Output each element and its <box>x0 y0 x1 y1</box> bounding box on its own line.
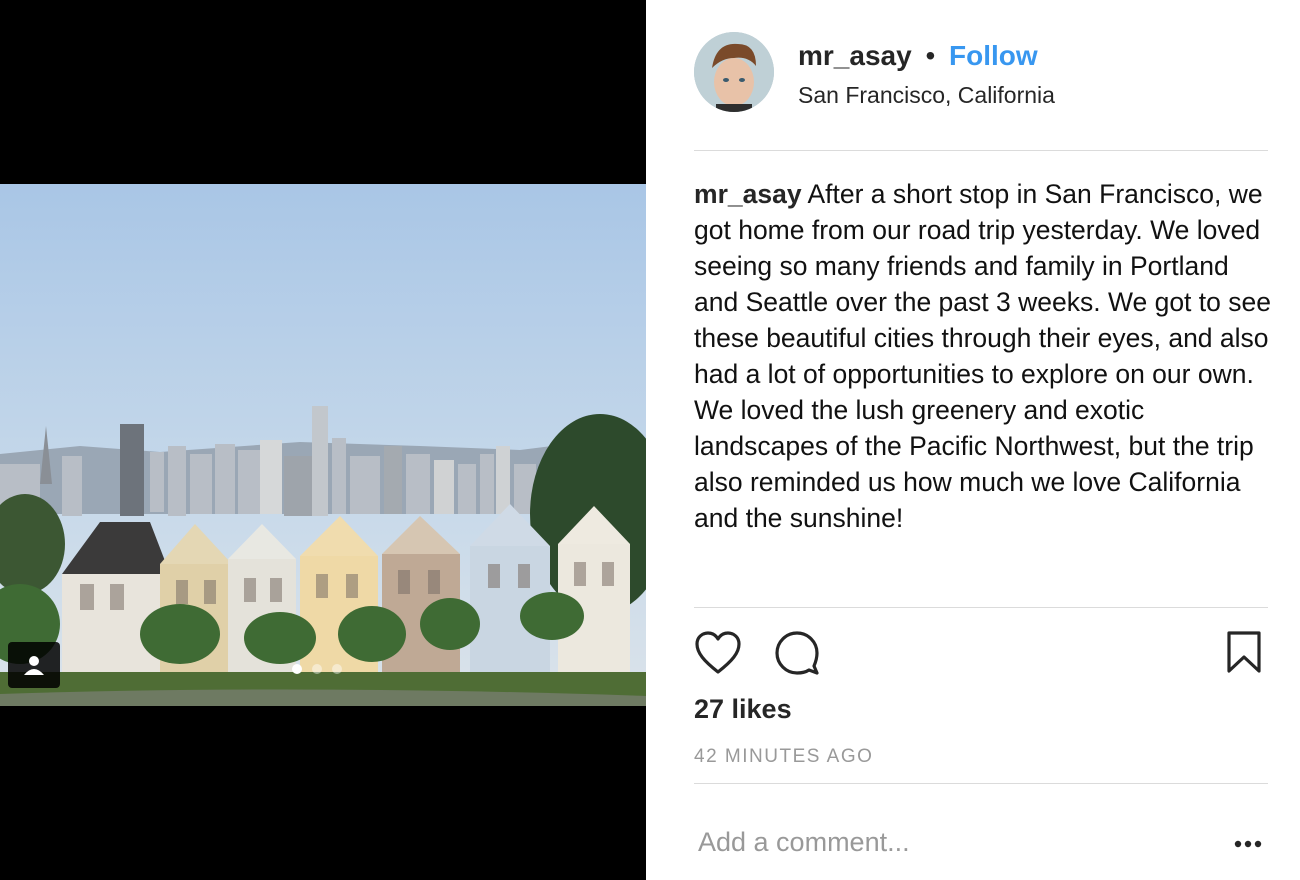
carousel-dot-active[interactable] <box>292 664 302 674</box>
comment-button[interactable] <box>774 630 820 681</box>
likes-count[interactable]: 27 likes <box>694 694 792 725</box>
save-button[interactable] <box>1226 630 1262 679</box>
user-tag-icon <box>24 656 44 675</box>
bookmark-icon <box>1227 631 1261 673</box>
post-details-panel: mr_asay • Follow San Francisco, Californ… <box>646 0 1300 880</box>
more-options-icon <box>1234 840 1262 848</box>
caption-text-second-paragraph: We loved the lush greenery and exotic la… <box>694 395 1254 533</box>
caption-username-link[interactable]: mr_asay <box>694 179 802 209</box>
post-header: mr_asay • Follow San Francisco, Californ… <box>694 32 1268 150</box>
caption-text: After a short stop in San Francisco, we … <box>694 179 1271 389</box>
like-button[interactable] <box>694 630 742 681</box>
avatar[interactable] <box>694 32 774 112</box>
carousel-dot[interactable] <box>312 664 322 674</box>
comment-divider <box>694 783 1268 784</box>
header-divider <box>694 150 1268 151</box>
user-line: mr_asay • Follow <box>798 40 1038 72</box>
username-link[interactable]: mr_asay <box>798 40 912 71</box>
location-link[interactable]: San Francisco, California <box>798 82 1055 109</box>
post-photo[interactable] <box>0 184 646 706</box>
carousel-dot[interactable] <box>332 664 342 674</box>
follow-button[interactable]: Follow <box>949 40 1038 71</box>
comment-bubble-icon <box>775 631 819 675</box>
carousel-indicators <box>292 664 342 674</box>
more-options-button[interactable] <box>1234 836 1262 854</box>
comment-input[interactable] <box>694 820 1222 864</box>
post-actions <box>694 630 1268 680</box>
user-tag-button[interactable] <box>8 642 60 688</box>
separator-dot: • <box>925 40 936 71</box>
avatar-image <box>694 32 774 112</box>
post-timestamp[interactable]: 42 MINUTES AGO <box>694 746 873 768</box>
post-caption: mr_asay After a short stop in San Franci… <box>694 176 1274 536</box>
post-media <box>0 0 646 880</box>
heart-icon <box>695 631 741 674</box>
painted-ladies-photo <box>0 184 646 706</box>
caption-divider <box>694 607 1268 608</box>
